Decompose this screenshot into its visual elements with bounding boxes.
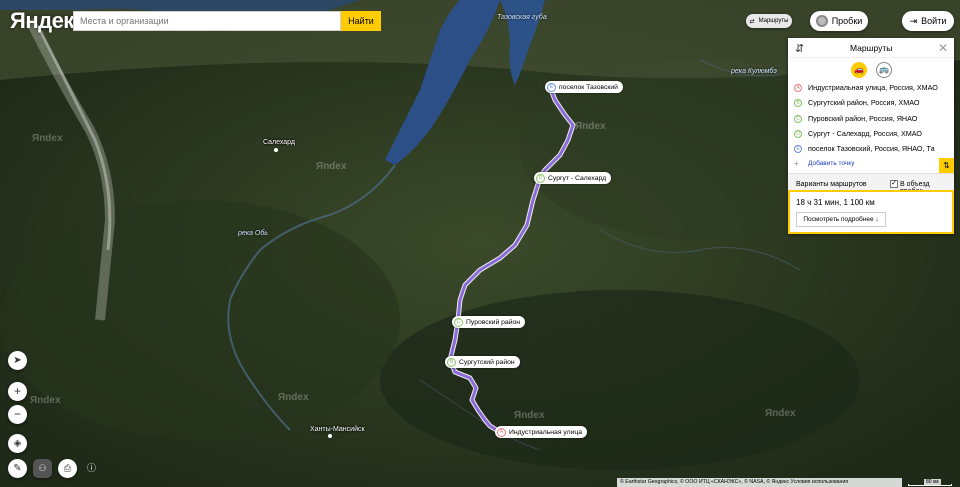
add-point-row[interactable]: + Добавить точку ⇅ bbox=[788, 158, 954, 174]
marker-letter: C bbox=[454, 317, 463, 327]
car-mode-icon[interactable]: 🚗 bbox=[851, 62, 867, 78]
waypoint-c[interactable]: C Пуровский район, Россия, ЯНАО bbox=[788, 113, 954, 128]
route-result[interactable]: 18 ч 31 мин, 1 100 км Посмотреть подробн… bbox=[788, 190, 954, 234]
waypoint-text[interactable]: Индустриальная улица, Россия, ХМАО bbox=[808, 83, 938, 92]
info-icon: ⓘ bbox=[86, 463, 96, 473]
layers-button[interactable]: ◈ bbox=[8, 434, 27, 453]
waypoint-letter: C bbox=[794, 114, 802, 123]
info-button[interactable]: ⓘ bbox=[82, 459, 101, 478]
login-button[interactable]: ⇥ Войти bbox=[902, 11, 954, 31]
waypoint-text[interactable]: Сургутский район, Россия, ХМАО bbox=[808, 98, 919, 107]
routes-label: Маршруты bbox=[758, 18, 789, 24]
map-watermark: Яndex bbox=[514, 410, 545, 421]
map-scale: 80 км bbox=[906, 477, 956, 487]
map-watermark: Яndex bbox=[30, 395, 61, 406]
khanty-mansiysk-label[interactable]: Ханты-Мансийск bbox=[310, 426, 365, 433]
taz-bay-label: Тазовская губа bbox=[497, 14, 547, 21]
ob-river-label: река Обь bbox=[238, 230, 268, 237]
login-icon: ⇥ bbox=[909, 15, 918, 26]
ruler-button[interactable]: ✎ bbox=[8, 459, 27, 478]
traffic-label: Пробки bbox=[831, 16, 863, 26]
route-details-button[interactable]: Посмотреть подробнее ↓ bbox=[796, 212, 886, 227]
traffic-button[interactable]: Пробки bbox=[810, 11, 868, 31]
map-watermark: Яndex bbox=[765, 408, 796, 419]
geolocation-button[interactable]: ➤ bbox=[8, 351, 27, 370]
map-watermark: Яndex bbox=[316, 161, 347, 172]
panorama-button[interactable]: ⚇ bbox=[33, 459, 52, 478]
map-marker-a[interactable]: A Индустриальная улица bbox=[495, 426, 588, 438]
waypoint-letter: B bbox=[794, 99, 802, 108]
route-options-icon[interactable]: ⇵ bbox=[795, 42, 804, 55]
map-marker-d[interactable]: D Сургут - Салехард bbox=[534, 172, 612, 184]
waypoint-text[interactable]: Пуровский район, Россия, ЯНАО bbox=[808, 114, 917, 123]
map-watermark: Яndex bbox=[575, 121, 606, 132]
marker-label: Пуровский район bbox=[466, 318, 521, 326]
routes-button[interactable]: ⇄ Маршруты bbox=[746, 14, 792, 28]
ruler-icon: ✎ bbox=[13, 463, 22, 474]
marker-letter: D bbox=[536, 173, 545, 183]
marker-label: Сургут - Салехард bbox=[548, 174, 607, 182]
waypoint-letter: A bbox=[794, 84, 802, 92]
traffic-icon bbox=[815, 15, 828, 27]
route-panel-title: Маршруты bbox=[850, 43, 893, 53]
marker-letter: E bbox=[547, 82, 556, 92]
waypoint-b[interactable]: B Сургутский район, Россия, ХМАО bbox=[788, 97, 954, 112]
waypoint-d[interactable]: D Сургут - Салехард, Россия, ХМАО bbox=[788, 128, 954, 143]
plus-icon: + bbox=[794, 159, 799, 169]
transport-mode-row: 🚗 🚌 bbox=[788, 58, 954, 82]
salekhard-label[interactable]: Салехард bbox=[263, 139, 295, 146]
map-watermark: Яndex bbox=[32, 133, 63, 144]
marker-label: поселок Тазовский bbox=[559, 83, 618, 91]
map-marker-b[interactable]: B Сургутский район bbox=[445, 356, 520, 368]
marker-label: Сургутский район bbox=[459, 358, 515, 366]
marker-letter: A bbox=[497, 427, 506, 437]
layers-icon: ◈ bbox=[13, 438, 22, 449]
waypoint-text[interactable]: поселок Тазовский, Россия, ЯНАО, Та bbox=[808, 144, 935, 153]
zoom-out-button[interactable]: − bbox=[8, 405, 27, 424]
reverse-route-icon[interactable]: ⇅ bbox=[939, 158, 954, 174]
route-summary: 18 ч 31 мин, 1 100 км bbox=[796, 198, 875, 207]
route-panel: ⇵ Маршруты ✕ 🚗 🚌 A Индустриальная улица,… bbox=[788, 38, 954, 234]
bus-mode-icon[interactable]: 🚌 bbox=[876, 62, 892, 78]
search-button[interactable]: Найти bbox=[341, 11, 381, 31]
plus-icon: + bbox=[13, 384, 21, 398]
waypoint-a[interactable]: A Индустриальная улица, Россия, ХМАО bbox=[788, 82, 954, 97]
kulyumbe-river-label: река Кулюмбэ bbox=[731, 68, 777, 75]
route-panel-header: ⇵ Маршруты ✕ bbox=[788, 38, 954, 58]
marker-label: Индустриальная улица bbox=[509, 428, 583, 436]
search-input[interactable] bbox=[73, 11, 341, 31]
add-point-link[interactable]: Добавить точку bbox=[808, 160, 854, 167]
navigation-arrow-icon: ➤ bbox=[13, 355, 22, 366]
waypoint-letter: D bbox=[794, 129, 802, 138]
marker-letter: B bbox=[447, 357, 456, 367]
print-button[interactable]: ⎙ bbox=[58, 459, 77, 478]
close-icon[interactable]: ✕ bbox=[938, 41, 948, 55]
map-marker-c[interactable]: C Пуровский район bbox=[452, 316, 526, 328]
binoculars-icon: ⚇ bbox=[38, 463, 47, 473]
login-label: Войти bbox=[921, 16, 947, 26]
zoom-in-button[interactable]: + bbox=[8, 382, 27, 401]
route-variants-label[interactable]: Варианты маршрутов bbox=[796, 181, 867, 188]
waypoint-letter: E bbox=[794, 145, 802, 154]
route-icon: ⇄ bbox=[749, 18, 755, 25]
waypoint-text[interactable]: Сургут - Салехард, Россия, ХМАО bbox=[808, 129, 922, 138]
map-marker-e[interactable]: E поселок Тазовский bbox=[545, 81, 623, 93]
scale-bar bbox=[908, 484, 952, 486]
avoid-traffic-checkbox[interactable]: ✓ bbox=[890, 180, 898, 189]
map-watermark: Яndex bbox=[278, 392, 309, 403]
minus-icon: − bbox=[13, 407, 21, 421]
printer-icon: ⎙ bbox=[63, 463, 72, 473]
waypoint-e[interactable]: E поселок Тазовский, Россия, ЯНАО, Та bbox=[788, 143, 954, 158]
map-attribution[interactable]: © Earthstar Geographics, © ООО ИТЦ «СКАН… bbox=[617, 478, 902, 487]
